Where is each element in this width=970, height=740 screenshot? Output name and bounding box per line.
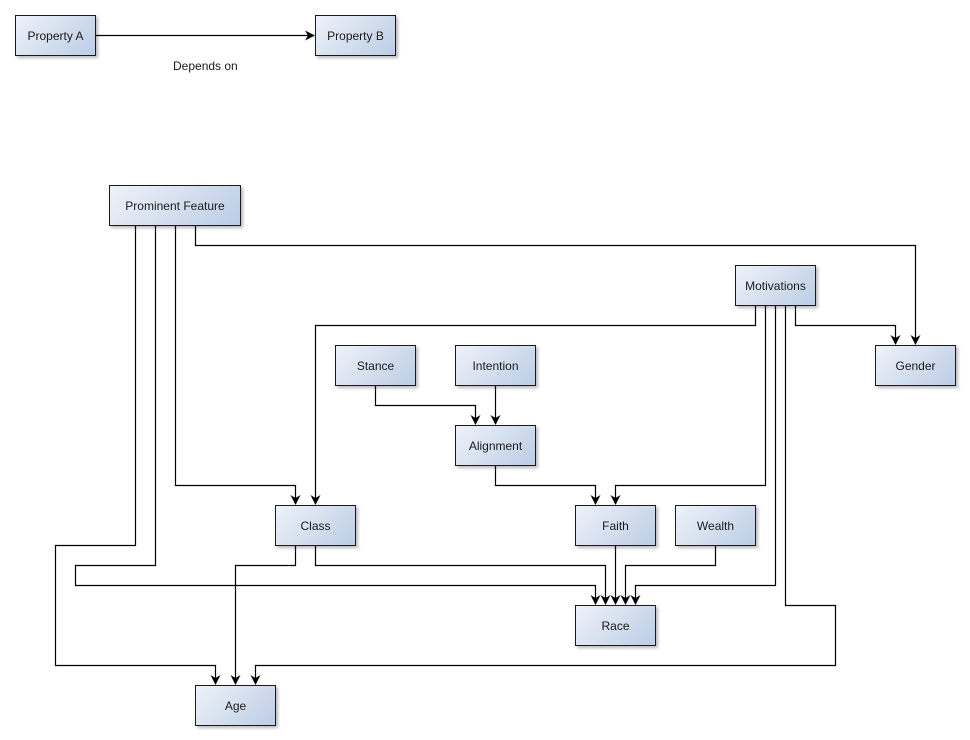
edge-prominent-feature-to-race: [74, 226, 601, 605]
node-race[interactable]: Race: [575, 605, 656, 646]
edge-alignment-to-faith: [494, 466, 601, 505]
edge-stance-to-alignment: [374, 386, 481, 425]
edge-motivations-to-faith: [610, 306, 767, 505]
node-age[interactable]: Age: [195, 685, 276, 726]
node-intention[interactable]: Intention: [455, 345, 536, 386]
node-faith[interactable]: Faith: [575, 505, 656, 546]
legend-edge-label: Depends on: [173, 59, 238, 73]
edge-prominent-feature-to-class: [174, 226, 301, 505]
node-prominent-feature[interactable]: Prominent Feature: [109, 185, 241, 226]
edge-motivations-to-race: [630, 306, 777, 605]
legend-node-property-b[interactable]: Property B: [315, 15, 396, 56]
edge-class-to-race: [314, 546, 611, 605]
edge-prominent-feature-to-age: [54, 226, 221, 685]
node-alignment[interactable]: Alignment: [455, 425, 536, 466]
node-motivations[interactable]: Motivations: [735, 265, 816, 306]
legend-node-property-a[interactable]: Property A: [15, 15, 96, 56]
node-wealth[interactable]: Wealth: [675, 505, 756, 546]
edge-class-to-age: [230, 546, 297, 685]
node-stance[interactable]: Stance: [335, 345, 416, 386]
edge-motivations-to-gender: [794, 306, 901, 345]
node-class[interactable]: Class: [275, 505, 356, 546]
edge-wealth-to-race: [620, 546, 717, 605]
node-gender[interactable]: Gender: [875, 345, 956, 386]
